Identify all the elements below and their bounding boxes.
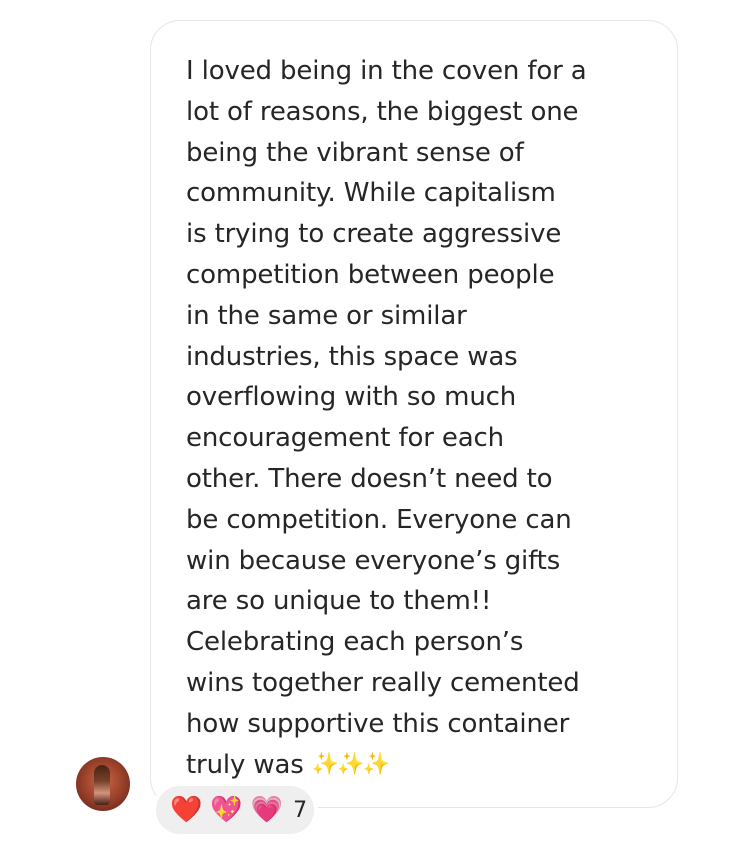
message-line: is trying to create aggressive <box>186 219 562 250</box>
reaction-count: 7 <box>293 797 308 823</box>
message-line: win because everyone’s gifts <box>186 545 561 576</box>
message-line: overflowing with so much <box>186 382 517 413</box>
message-line: being the vibrant sense of <box>186 137 524 168</box>
message-line-last: truly was ✨✨✨ <box>186 745 666 786</box>
message-line: competition between people <box>186 259 555 290</box>
message-line: industries, this space was <box>186 341 518 372</box>
message-line: wins together really cemented <box>186 667 580 698</box>
message-line: other. There doesn’t need to <box>186 463 553 494</box>
reactions-pill[interactable]: ❤️ 💖 💗 7 <box>152 782 318 838</box>
message-line: how supportive this container <box>186 708 570 739</box>
user-avatar[interactable] <box>76 757 130 811</box>
message-line: I loved being in the coven for a <box>186 56 587 86</box>
message-line: truly was <box>186 749 304 780</box>
message-line: Celebrating each person’s <box>186 627 524 658</box>
message-line: are so unique to them!! <box>186 586 492 617</box>
avatar-photo <box>94 765 110 805</box>
red-heart-icon: ❤️ <box>170 795 203 825</box>
message-line: community. While capitalism <box>186 178 556 209</box>
message-line: in the same or similar <box>186 300 467 331</box>
message-line: be competition. Everyone can <box>186 504 572 535</box>
sparkles-emoji: ✨✨✨ <box>311 751 390 777</box>
message-text: I loved being in the coven for a lot of … <box>186 51 666 785</box>
message-line: encouragement for each <box>186 423 504 454</box>
growing-heart-icon: 💗 <box>250 795 284 825</box>
message-line: lot of reasons, the biggest one <box>186 96 579 127</box>
sparkling-heart-icon: 💖 <box>210 795 243 825</box>
